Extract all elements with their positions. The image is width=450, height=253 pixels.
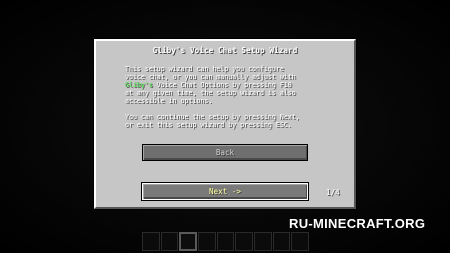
setup-wizard-dialog: Gliby's Voice Chat Setup Wizard This set… [94, 39, 356, 209]
hotbar [142, 232, 310, 253]
back-button[interactable]: Back [142, 144, 308, 161]
dialog-description: This setup wizard can help you configure… [125, 65, 335, 129]
hotbar-slot[interactable] [272, 232, 291, 251]
site-watermark: RU-MINECRAFT.ORG [289, 216, 426, 231]
hotbar-slot[interactable] [142, 232, 160, 251]
hotbar-slot[interactable] [253, 232, 272, 251]
hotbar-slot-selected[interactable] [179, 232, 198, 251]
next-button[interactable]: Next -> [141, 182, 309, 201]
brand-name: Gliby's [125, 81, 153, 89]
description-line-3-rest: Voice Chat Options by pressing F10 [152, 81, 292, 89]
description-line-6: You can continue the setup by pressing N… [125, 113, 300, 121]
hotbar-slot[interactable] [216, 232, 235, 251]
description-line-3: Gliby's Voice Chat Options by pressing F… [125, 81, 335, 89]
hotbar-slot[interactable] [235, 232, 253, 251]
hotbar-slot[interactable] [160, 232, 179, 251]
description-line-1: This setup wizard can help you configure [125, 65, 284, 73]
page-indicator: 1/4 [326, 188, 340, 197]
hotbar-slot[interactable] [291, 232, 309, 251]
description-line-5: accessible in options. [125, 97, 213, 105]
description-line-2: voice chat, or you can manually adjust w… [125, 73, 296, 81]
hotbar-slot[interactable] [198, 232, 216, 251]
description-line-7: or exit this setup wizard by pressing ES… [125, 121, 292, 129]
dialog-title: Gliby's Voice Chat Setup Wizard [152, 46, 298, 55]
description-line-4: at any given time, the setup wizard is a… [125, 89, 296, 97]
